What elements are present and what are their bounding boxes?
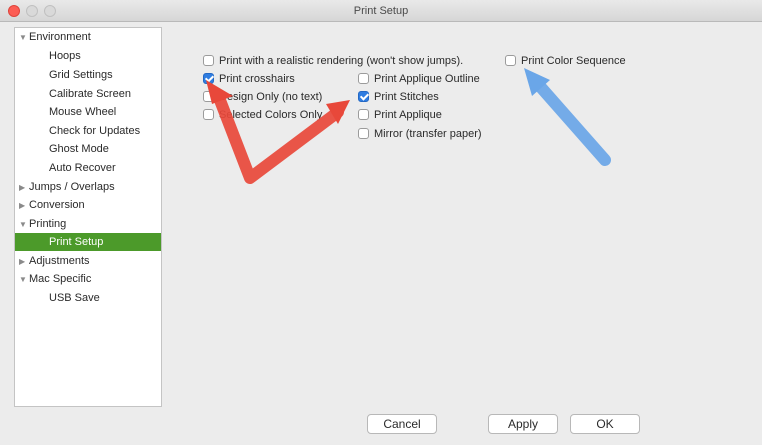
sidebar-item-label: USB Save (49, 292, 100, 304)
sidebar-item-label: Check for Updates (49, 125, 141, 137)
sidebar-item-ghost-mode[interactable]: Ghost Mode (49, 140, 109, 158)
sidebar-item-mac-specific[interactable]: ▼ Mac Specific (19, 270, 91, 288)
sidebar-item-printing[interactable]: ▼ Printing (19, 215, 66, 233)
option-label: Print Stitches (374, 91, 439, 103)
sidebar-item-label: Ghost Mode (49, 143, 109, 155)
realistic-rendering-checkbox[interactable] (203, 55, 214, 66)
option-label: Print Applique (374, 109, 442, 121)
sidebar-item-label: Grid Settings (49, 69, 113, 81)
sidebar-item-calibrate-screen[interactable]: Calibrate Screen (49, 85, 131, 103)
option-realistic-rendering[interactable]: Print with a realistic rendering (won't … (203, 53, 463, 69)
sidebar-item-label: Jumps / Overlaps (29, 181, 115, 193)
sidebar-item-label: Conversion (29, 199, 85, 211)
option-print-crosshairs[interactable]: Print crosshairs (203, 71, 295, 87)
sidebar-item-check-for-updates[interactable]: Check for Updates (49, 122, 140, 140)
disclosure-open-icon[interactable]: ▼ (19, 29, 29, 47)
disclosure-open-icon[interactable]: ▼ (19, 216, 29, 234)
sidebar-item-hoops[interactable]: Hoops (49, 47, 81, 65)
selected-colors-only-checkbox[interactable] (203, 109, 214, 120)
cancel-button[interactable]: Cancel (367, 414, 437, 434)
sidebar-item-label: Calibrate Screen (49, 88, 131, 100)
disclosure-closed-icon[interactable]: ▶ (19, 253, 29, 271)
option-label: Print Color Sequence (521, 55, 626, 67)
sidebar-item-label: Mac Specific (29, 273, 92, 285)
design-only-checkbox[interactable] (203, 91, 214, 102)
option-label: Print Applique Outline (374, 73, 480, 85)
option-mirror[interactable]: Mirror (transfer paper) (358, 126, 482, 142)
print-color-sequence-checkbox[interactable] (505, 55, 516, 66)
mirror-checkbox[interactable] (358, 128, 369, 139)
option-print-applique[interactable]: Print Applique (358, 107, 442, 123)
option-print-applique-outline[interactable]: Print Applique Outline (358, 71, 480, 87)
print-applique-checkbox[interactable] (358, 109, 369, 120)
option-label: Print crosshairs (219, 73, 295, 85)
sidebar-item-adjustments[interactable]: ▶ Adjustments (19, 252, 90, 270)
window-title: Print Setup (353, 5, 409, 17)
sidebar-item-print-setup[interactable]: Print Setup (15, 233, 161, 251)
option-print-color-sequence[interactable]: Print Color Sequence (505, 53, 626, 69)
option-label: Design Only (no text) (219, 91, 323, 103)
sidebar-item-label: Print Setup (49, 236, 104, 248)
print-applique-outline-checkbox[interactable] (358, 73, 369, 84)
sidebar-item-label: Auto Recover (49, 162, 116, 174)
sidebar-item-grid-settings[interactable]: Grid Settings (49, 66, 113, 84)
sidebar-item-label: Adjustments (29, 255, 90, 267)
option-print-stitches[interactable]: Print Stitches (358, 89, 439, 105)
sidebar-item-conversion[interactable]: ▶ Conversion (19, 196, 85, 214)
apply-button[interactable]: Apply (488, 414, 558, 434)
option-selected-colors-only[interactable]: Selected Colors Only (203, 107, 322, 123)
option-label: Mirror (transfer paper) (374, 128, 482, 140)
sidebar-item-jumps-overlaps[interactable]: ▶ Jumps / Overlaps (19, 178, 115, 196)
print-stitches-checkbox[interactable] (358, 91, 369, 102)
title-bar: Print Setup (0, 0, 762, 22)
option-label: Selected Colors Only (219, 109, 323, 121)
settings-sidebar: ▼ Environment Hoops Grid Settings Calibra… (14, 27, 162, 407)
sidebar-item-label: Hoops (49, 50, 81, 62)
sidebar-item-auto-recover[interactable]: Auto Recover (49, 159, 116, 177)
option-design-only[interactable]: Design Only (no text) (203, 89, 322, 105)
sidebar-item-usb-save[interactable]: USB Save (49, 289, 100, 307)
print-crosshairs-checkbox[interactable] (203, 73, 214, 84)
option-label: Print with a realistic rendering (won't … (219, 55, 464, 67)
sidebar-item-label: Environment (29, 31, 91, 43)
sidebar-item-label: Printing (29, 218, 67, 230)
sidebar-item-environment[interactable]: ▼ Environment (19, 28, 91, 46)
disclosure-open-icon[interactable]: ▼ (19, 271, 29, 289)
disclosure-closed-icon[interactable]: ▶ (19, 197, 29, 215)
ok-button[interactable]: OK (570, 414, 640, 434)
sidebar-item-mouse-wheel[interactable]: Mouse Wheel (49, 103, 116, 121)
disclosure-closed-icon[interactable]: ▶ (19, 179, 29, 197)
sidebar-item-label: Mouse Wheel (49, 106, 117, 118)
